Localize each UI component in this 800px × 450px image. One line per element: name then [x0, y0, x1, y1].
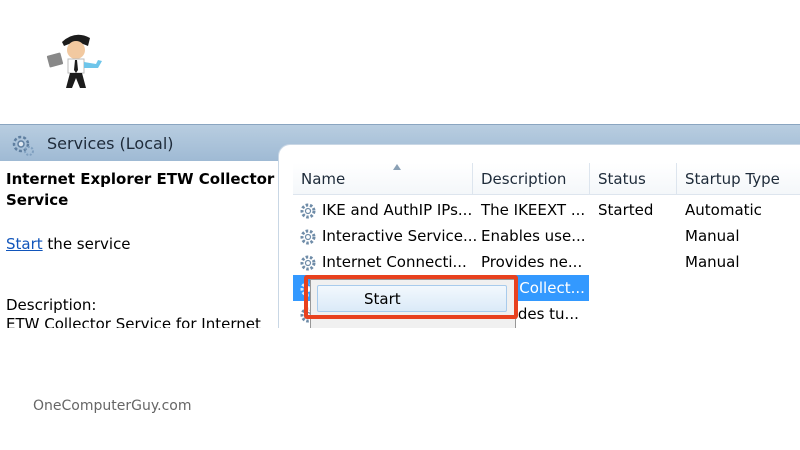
row-description: Enables use...	[481, 227, 586, 245]
row-status: Started	[598, 201, 654, 219]
highlight-box	[304, 275, 518, 319]
row-startup: Automatic	[685, 201, 762, 219]
sort-ascending-icon	[393, 164, 401, 170]
mascot-logo-icon	[46, 34, 102, 88]
table-row[interactable]: IKE and AuthIP IPs... The IKEEXT ... Start…	[293, 197, 800, 223]
row-description: Provides ne...	[481, 253, 583, 271]
service-gear-icon	[298, 201, 318, 221]
service-details-pane: Internet Explorer ETW Collector Service …	[0, 161, 290, 328]
row-name: IKE and AuthIP IPs...	[322, 201, 473, 219]
start-service-suffix: the service	[42, 235, 131, 253]
row-startup: Manual	[685, 227, 740, 245]
row-name: Interactive Service...	[322, 227, 478, 245]
column-header-name-label: Name	[301, 170, 346, 188]
services-gear-icon	[12, 135, 34, 156]
row-description: The IKEEXT ...	[481, 201, 586, 219]
column-header-startup-type-label: Startup Type	[685, 170, 780, 188]
watermark: OneComputerGuy.com	[33, 398, 192, 414]
column-header-status[interactable]: Status	[590, 163, 677, 195]
service-gear-icon	[298, 253, 318, 273]
column-header-description[interactable]: Description	[473, 163, 590, 195]
table-row[interactable]: Internet Connecti... Provides ne... Manual	[293, 249, 800, 275]
description-text: ETW Collector Service for Internet	[6, 315, 261, 328]
services-window: Services (Local) Internet Explorer ETW C…	[0, 124, 800, 328]
description-label: Description:	[6, 296, 97, 314]
service-gear-icon	[298, 227, 318, 247]
column-header-startup-type[interactable]: Startup Type	[677, 163, 800, 195]
column-header-name[interactable]: Name	[293, 163, 473, 195]
table-row[interactable]: Interactive Service... Enables use... Manu…	[293, 223, 800, 249]
service-title: Internet Explorer ETW Collector Service	[6, 170, 275, 209]
start-service-link[interactable]: Start	[6, 235, 43, 253]
column-header-status-label: Status	[598, 170, 646, 188]
row-startup: Manual	[685, 253, 740, 271]
column-header-description-label: Description	[481, 170, 567, 188]
row-name: Internet Connecti...	[322, 253, 467, 271]
header-title: Services (Local)	[47, 134, 174, 153]
start-service-line: Start the service	[6, 235, 131, 253]
